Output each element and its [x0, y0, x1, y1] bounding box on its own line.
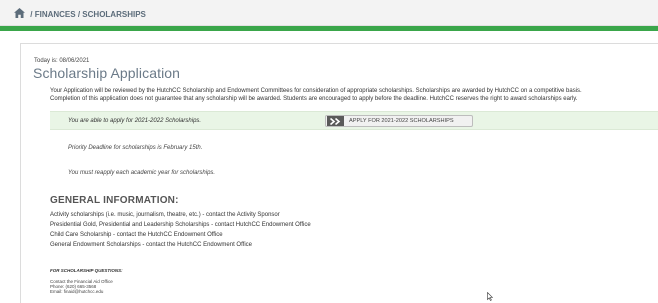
general-info-list: Activity scholarships (i.e. music, journ…	[50, 210, 311, 250]
breadcrumb-finances[interactable]: FINANCES	[35, 10, 76, 19]
list-item: Activity scholarships (i.e. music, journ…	[50, 212, 280, 218]
apply-message: You are able to apply for 2021-2022 Scho…	[68, 118, 202, 124]
accent-bar	[0, 26, 658, 31]
reapply-note: You must reapply each academic year for …	[68, 170, 216, 176]
page-title: Scholarship Application	[33, 65, 181, 81]
home-icon[interactable]	[14, 8, 25, 18]
intro-line: Your Application will be reviewed by the…	[50, 88, 582, 94]
list-item: Presidential Gold, Presidential and Lead…	[50, 222, 311, 228]
list-item: General Endowment Scholarships - contact…	[50, 242, 252, 248]
breadcrumb-scholarships: SCHOLARSHIPS	[82, 10, 146, 19]
apply-scholarships-button[interactable]: APPLY FOR 2021-2022 SCHOLARSHIPS	[325, 115, 473, 127]
breadcrumb: / FINANCES / SCHOLARSHIPS	[14, 8, 146, 19]
contact-email[interactable]: Email: finaid@hutchcc.edu	[50, 289, 113, 294]
breadcrumb-separator: /	[30, 10, 33, 19]
intro-line: Completion of this application does not …	[50, 95, 578, 102]
apply-button-label: APPLY FOR 2021-2022 SCHOLARSHIPS	[349, 118, 454, 124]
general-info-heading: GENERAL INFORMATION:	[50, 195, 179, 206]
list-item: Child Care Scholarship - contact the Hut…	[50, 232, 223, 238]
breadcrumb-separator: /	[77, 10, 81, 19]
mouse-cursor-icon	[487, 292, 493, 301]
today-date: Today is: 08/06/2021	[34, 58, 90, 64]
top-bar: / FINANCES / SCHOLARSHIPS	[0, 0, 658, 26]
apply-banner: You are able to apply for 2021-2022 Scho…	[50, 111, 658, 130]
contact-info: Contact the Financial Aid Office Phone: …	[50, 279, 113, 295]
questions-heading: FOR SCHOLARSHIP QUESTIONS:	[50, 268, 123, 273]
double-chevron-right-icon	[327, 116, 344, 126]
priority-deadline-note: Priority Deadline for scholarships is Fe…	[68, 145, 203, 151]
intro-text: Your Application will be reviewed by the…	[50, 88, 656, 103]
